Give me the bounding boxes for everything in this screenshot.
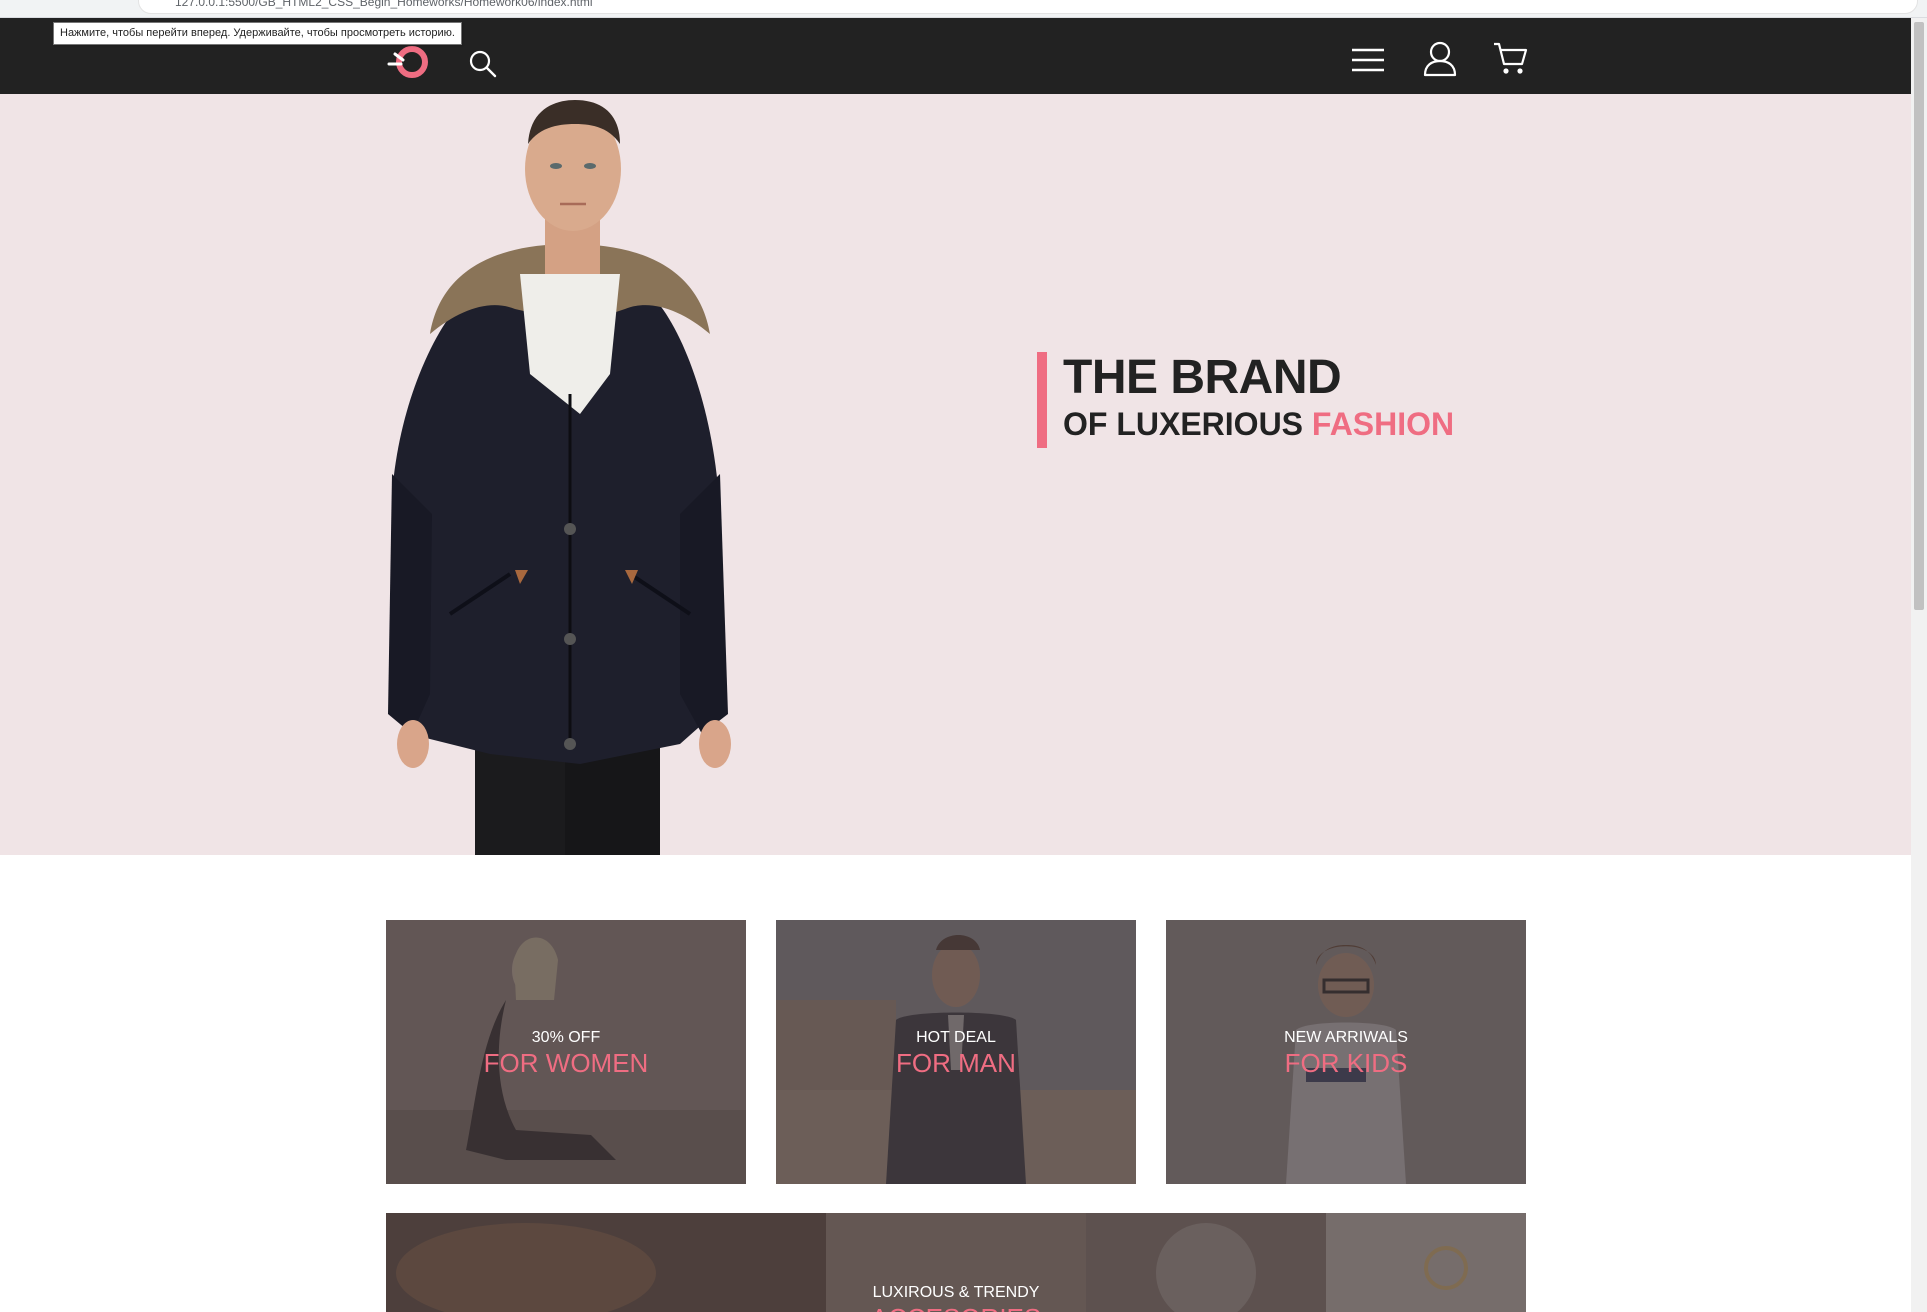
category-tile-men[interactable]: HOT DEAL FOR MAN — [776, 920, 1136, 1184]
tile-caption: NEW ARRIWALS FOR KIDS — [1166, 1028, 1526, 1078]
hero-subtitle: OF LUXERIOUS FASHION — [1063, 404, 1454, 444]
hero-banner: THE BRAND OF LUXERIOUS FASHION — [0, 94, 1911, 855]
tile-title: FOR MAN — [896, 1048, 1016, 1078]
address-url[interactable]: 127.0.0.1:5500/GB_HTML2_CSS_Begin_Homewo… — [175, 0, 593, 9]
tile-caption: 30% OFF FOR WOMEN — [386, 1028, 746, 1078]
brand-logo-icon[interactable] — [385, 40, 433, 80]
page-scrollbar[interactable] — [1911, 18, 1927, 1312]
hero-title: THE BRAND — [1063, 351, 1342, 404]
forward-button-tooltip: Нажмите, чтобы перейти вперед. Удерживай… — [53, 22, 462, 45]
scrollbar-thumb[interactable] — [1914, 22, 1924, 610]
tile-title: FOR KIDS — [1284, 1048, 1408, 1078]
category-tile-women[interactable]: 30% OFF FOR WOMEN — [386, 920, 746, 1184]
shopping-cart-icon[interactable] — [1492, 40, 1528, 76]
hero-headline-block: THE BRAND OF LUXERIOUS FASHION — [1037, 352, 1454, 448]
hero-model-image — [380, 94, 780, 855]
category-tile-kids[interactable]: NEW ARRIWALS FOR KIDS — [1166, 920, 1526, 1184]
tile-kicker: 30% OFF — [531, 1029, 601, 1046]
browser-address-bar: 127.0.0.1:5500/GB_HTML2_CSS_Begin_Homewo… — [0, 0, 1927, 18]
hero-accent-bar — [1037, 352, 1047, 448]
hamburger-menu-icon[interactable] — [1350, 44, 1386, 76]
hero-subtitle-plain: OF LUXERIOUS — [1063, 406, 1312, 442]
tile-title: FOR WOMEN — [483, 1048, 649, 1078]
category-tile-accessories[interactable]: LUXIROUS & TRENDY ACCESORIES — [386, 1213, 1526, 1312]
tile-caption: HOT DEAL FOR MAN — [776, 1028, 1136, 1078]
tile-kicker: LUXIROUS & TRENDY — [872, 1284, 1040, 1301]
tile-caption: LUXIROUS & TRENDY ACCESORIES — [386, 1283, 1526, 1312]
tile-kicker: NEW ARRIWALS — [1284, 1029, 1408, 1046]
tile-kicker: HOT DEAL — [916, 1029, 996, 1046]
user-account-icon[interactable] — [1422, 40, 1458, 78]
search-icon[interactable] — [467, 48, 499, 80]
hero-subtitle-accent: FASHION — [1311, 406, 1455, 442]
tile-title: ACCESORIES — [386, 1303, 1526, 1312]
